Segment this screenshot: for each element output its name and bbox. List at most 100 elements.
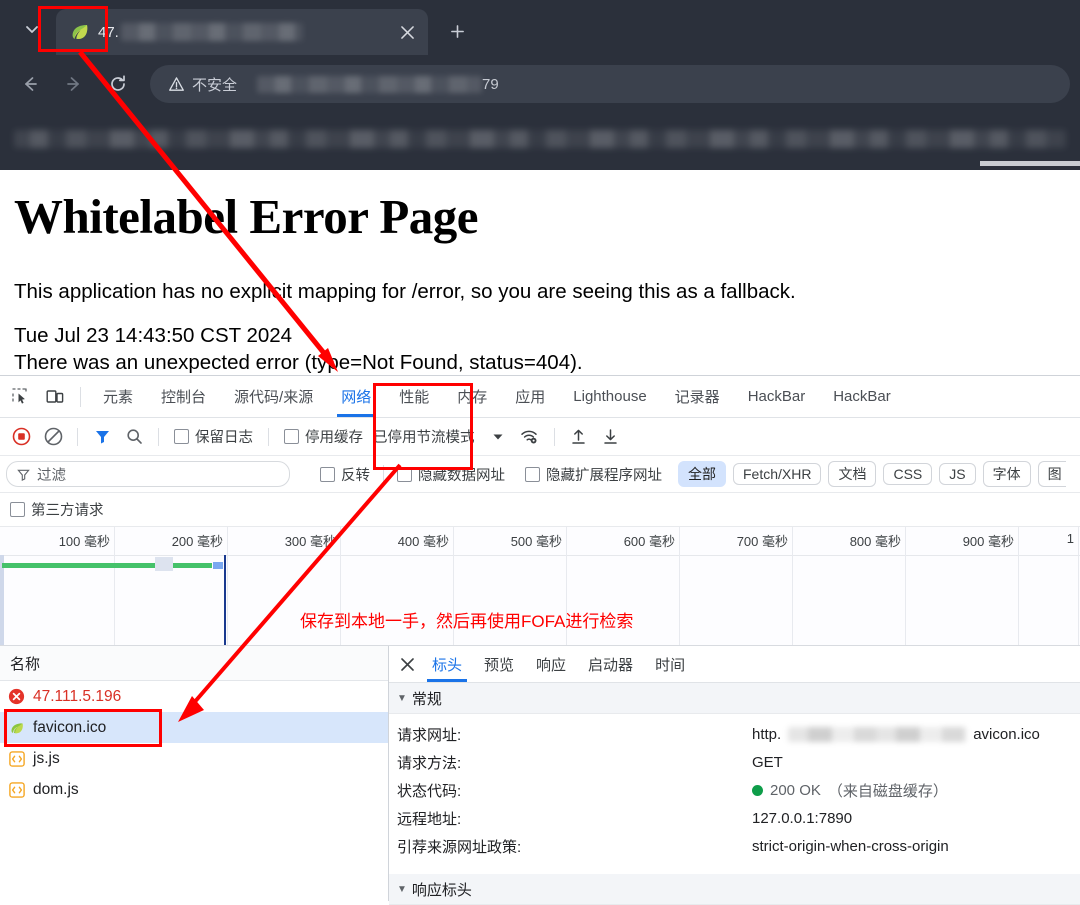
page-scrollbar[interactable] [980,161,1080,166]
page-content: Whitelabel Error Page This application h… [0,170,1080,375]
request-name: 47.111.5.196 [33,687,122,705]
back-button[interactable] [10,64,50,104]
error-circle-icon [8,688,25,705]
request-row-host[interactable]: 47.111.5.196 [0,681,388,712]
timeline-left-handle[interactable] [0,555,4,645]
devtools-tab-memory[interactable]: 内存 [443,377,501,417]
devtools-tab-performance[interactable]: 性能 [385,377,443,417]
invert-label: 反转 [341,467,370,484]
search-icon [126,429,142,444]
devtools-tab-recorder[interactable]: 记录器 [661,377,734,417]
device-toolbar-button[interactable] [40,382,70,412]
devtools-tab-network[interactable]: 网络 [327,377,385,417]
detail-tab-headers[interactable]: 标头 [421,647,473,682]
checkbox-box [525,466,540,482]
request-name: dom.js [33,780,79,798]
hide-data-urls-checkbox[interactable]: 隐藏数据网址 [391,464,511,485]
filter-chip-font[interactable]: 字体 [982,461,1031,487]
address-bar[interactable]: 不安全 79 [150,65,1070,103]
security-status-chip[interactable]: 不安全 [164,70,247,99]
divider [80,386,81,407]
devtools-tab-lighthouse[interactable]: Lighthouse [559,377,660,417]
clear-button[interactable] [38,422,68,452]
detail-key: 状态代码: [397,782,462,800]
browser-tab[interactable]: 47. [56,9,428,55]
detail-tab-preview[interactable]: 预览 [473,647,525,682]
omnibox-url: 79 [257,75,499,93]
request-row-js[interactable]: js.js [0,743,388,774]
browser-toolbar: 不安全 79 [0,55,1080,113]
browser-chrome: 47. 不安全 79 [0,0,1080,170]
redacted-tab-url [120,23,303,41]
export-har-button[interactable] [596,422,626,452]
timeline-band-tail [213,562,223,569]
inspect-element-button[interactable] [6,382,36,412]
timeline-faint-marker [155,557,173,571]
filter-chip-all[interactable]: 全部 [678,461,726,487]
request-name: favicon.ico [33,718,107,736]
throttle-label[interactable]: 已停用节流模式 [373,426,475,447]
caret-down-icon: ▼ [397,692,407,704]
new-tab-button[interactable] [440,14,474,48]
filter-chip-image[interactable]: 图 [1037,461,1066,487]
filter-toggle-button[interactable] [87,422,117,452]
response-headers-title: 响应标头 [411,881,472,899]
detail-tab-response[interactable]: 响应 [525,647,577,682]
general-kv-list: 请求网址: http. avicon.ico 请求方法: GET 状态代码: 20… [389,714,1080,864]
tab-close-button[interactable] [394,19,420,45]
devtools-tabbar: 元素 控制台 源代码/来源 网络 性能 内存 应用 Lighthouse 记录器… [0,376,1080,418]
devtools-tab-sources[interactable]: 源代码/来源 [220,377,327,417]
request-row-dom[interactable]: dom.js [0,774,388,805]
network-conditions-button[interactable] [515,422,545,452]
network-filter-bar: 过滤 反转 隐藏数据网址 隐藏扩展程序网址 全部 Fetch/XHR 文档 CS… [0,456,1080,493]
record-button[interactable] [6,422,36,452]
tab-search-button[interactable] [12,9,52,49]
divider [158,427,159,446]
devtools-tab-console[interactable]: 控制台 [147,377,220,417]
devtools-tab-elements[interactable]: 元素 [89,377,147,417]
url-prefix: http. [752,725,782,743]
devtools-tab-application[interactable]: 应用 [501,377,559,417]
timeline-load-band [2,563,212,568]
import-har-button[interactable] [564,422,594,452]
response-headers-section-header[interactable]: ▼ 响应标头 [389,874,1080,905]
divider [383,465,384,483]
reload-icon [111,75,125,91]
network-split: 名称 47.111.5.196 favicon.ico js.js dom.js… [0,646,1080,905]
throttle-dropdown-button[interactable] [483,422,513,452]
disable-cache-checkbox[interactable]: 停用缓存 [278,426,369,447]
script-icon [8,781,25,798]
invert-checkbox[interactable]: 反转 [314,464,376,485]
filter-funnel-icon [95,431,109,444]
third-party-requests-checkbox[interactable]: 第三方请求 [10,499,110,520]
caret-down-icon: ▼ [397,883,407,895]
devtools-tab-hackbar-1[interactable]: HackBar [734,377,820,417]
devtools-tab-hackbar-2[interactable]: HackBar [819,377,905,417]
status-cache-note: （来自磁盘缓存） [827,782,948,800]
forward-button[interactable] [54,64,94,104]
detail-tab-timing[interactable]: 时间 [644,647,696,682]
filter-chip-doc[interactable]: 文档 [828,461,877,487]
page-error-detail: There was an unexpected error (type=Not … [14,351,583,375]
detail-close-button[interactable] [393,650,421,678]
detail-tab-initiator[interactable]: 启动器 [577,647,644,682]
timeline-tick-900: 900 毫秒 [962,534,1014,549]
filter-chip-fetch-xhr[interactable]: Fetch/XHR [733,463,822,485]
search-button[interactable] [119,422,149,452]
hide-extension-urls-checkbox[interactable]: 隐藏扩展程序网址 [519,464,668,485]
filter-chip-js[interactable]: JS [939,463,976,485]
request-list: 名称 47.111.5.196 favicon.ico js.js dom.js [0,646,389,901]
forward-arrow-icon [67,77,79,91]
request-list-header[interactable]: 名称 [0,646,388,681]
general-section-header[interactable]: ▼ 常规 [389,683,1080,714]
network-overview-timeline[interactable]: 100 毫秒 200 毫秒 300 毫秒 400 毫秒 500 毫秒 600 毫… [0,527,1080,646]
preserve-log-checkbox[interactable]: 保留日志 [168,426,259,447]
timeline-tick-1000: 1 [1066,531,1074,546]
bookmarks-bar[interactable] [0,113,1080,165]
request-row-favicon[interactable]: favicon.ico [0,712,388,743]
filter-chip-css[interactable]: CSS [883,463,933,485]
checkbox-box [284,429,299,444]
detail-key: 引荐来源网址政策: [397,838,522,856]
reload-button[interactable] [98,64,138,104]
filter-input[interactable]: 过滤 [6,461,290,487]
